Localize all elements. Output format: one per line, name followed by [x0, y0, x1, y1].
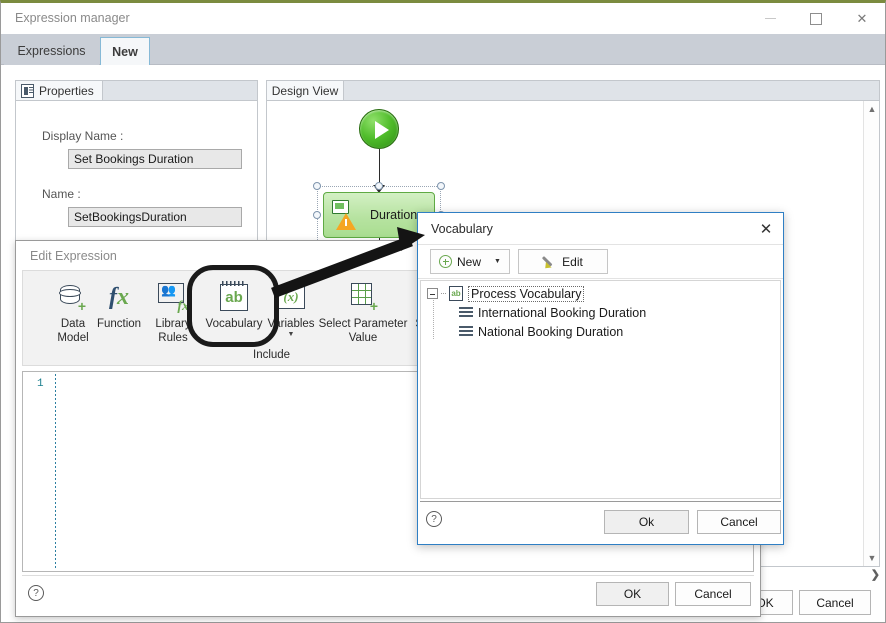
vocabulary-title-bar: Vocabulary ✕ — [418, 213, 783, 245]
list-lines-icon — [459, 325, 473, 338]
vocabulary-dialog-title: Vocabulary — [431, 222, 493, 236]
tab-properties[interactable]: Properties — [15, 80, 103, 101]
tab-new-label: New — [112, 45, 138, 59]
close-icon: ✕ — [856, 10, 868, 26]
resize-handle[interactable] — [313, 182, 321, 190]
vocabulary-cancel-button[interactable]: Cancel — [697, 510, 781, 534]
tab-new[interactable]: New — [100, 37, 150, 66]
ribbon-data-model-label-1: Data — [60, 318, 86, 330]
ribbon-data-model-label-2: Model — [57, 332, 89, 344]
vocabulary-new-label: New — [457, 254, 482, 269]
name-label: Name : — [42, 187, 81, 201]
editor-line-number: 1 — [37, 378, 44, 390]
display-name-input[interactable]: Set Bookings Duration — [68, 149, 242, 169]
ribbon-group-label: Include — [253, 349, 291, 361]
ribbon-library-rules[interactable]: fx Library Rules — [145, 277, 201, 345]
tree-item-process-vocabulary[interactable]: ab Process Vocabulary — [421, 284, 780, 303]
vocabulary-footer: ? Ok Cancel — [420, 501, 781, 542]
start-node[interactable] — [359, 109, 399, 149]
vocabulary-ok-button[interactable]: Ok — [604, 510, 689, 534]
vocabulary-edit-label: Edit — [562, 254, 583, 269]
tree-item-label: International Booking Duration — [478, 305, 647, 320]
resize-handle[interactable] — [375, 182, 383, 190]
list-lines-icon — [459, 306, 473, 319]
tree-item-international-booking-duration[interactable]: International Booking Duration — [421, 303, 780, 322]
tab-expressions[interactable]: Expressions — [4, 37, 99, 65]
tab-design-view-label: Design View — [271, 83, 339, 98]
vocabulary-toolbar: New ▼ Edit — [418, 245, 783, 279]
tab-design-view[interactable]: Design View — [266, 80, 344, 101]
close-icon: ✕ — [759, 221, 773, 238]
chevron-down-icon[interactable]: ▼ — [864, 550, 879, 566]
pencil-icon — [543, 255, 557, 269]
title-bar: Expression manager ✕ — [1, 3, 885, 34]
grid-add-icon: + — [349, 277, 378, 317]
minimize-button[interactable] — [747, 3, 793, 34]
edit-expression-title: Edit Expression — [30, 249, 117, 263]
vocabulary-book-icon: ab — [449, 286, 463, 301]
edit-expression-ok-button[interactable]: OK — [596, 582, 669, 606]
help-icon[interactable]: ? — [28, 585, 44, 601]
vocabulary-close-button[interactable]: ✕ — [755, 218, 777, 240]
tree-item-national-booking-duration[interactable]: National Booking Duration — [421, 322, 780, 341]
library-rules-icon: fx — [158, 277, 189, 317]
vocabulary-new-button[interactable]: New ▼ — [430, 249, 510, 274]
close-button[interactable]: ✕ — [839, 3, 885, 34]
design-tab-header — [266, 80, 880, 100]
chevron-right-icon[interactable]: ❯ — [871, 568, 880, 581]
monitor-icon — [332, 200, 349, 214]
tree-item-label: Process Vocabulary — [468, 285, 585, 302]
ribbon-function[interactable]: fx Function — [91, 277, 147, 331]
ribbon-vocabulary-label: Vocabulary — [205, 318, 263, 330]
ribbon-library-rules-label-1: Library — [155, 318, 191, 330]
edit-expression-cancel-button[interactable]: Cancel — [675, 582, 751, 606]
edit-expression-footer: ? OK Cancel — [22, 575, 754, 611]
help-icon[interactable]: ? — [426, 511, 442, 527]
display-name-label: Display Name : — [42, 129, 124, 143]
name-input[interactable]: SetBookingsDuration — [68, 207, 242, 227]
minimize-icon — [764, 18, 776, 19]
plus-circle-icon — [439, 255, 453, 268]
chevron-down-icon[interactable]: ▼ — [494, 258, 501, 265]
main-tab-strip: Expressions New — [1, 34, 885, 66]
ribbon-select-parameter-label-1: Select Parameter — [318, 318, 408, 330]
tab-properties-label: Properties — [39, 83, 94, 98]
ribbon-select-parameter-label-2: Value — [348, 332, 378, 344]
variables-x-icon: (x) — [277, 277, 305, 317]
resize-handle[interactable] — [313, 211, 321, 219]
editor-gutter-divider — [55, 374, 56, 569]
vocabulary-dialog: Vocabulary ✕ New ▼ Edit ab Process Vocab… — [417, 212, 784, 545]
vocabulary-edit-button[interactable]: Edit — [518, 249, 608, 274]
chevron-down-icon[interactable]: ▼ — [288, 331, 295, 339]
ribbon-library-rules-label-2: Rules — [158, 332, 188, 344]
vocabulary-tree[interactable]: ab Process Vocabulary International Book… — [420, 280, 781, 499]
ribbon-function-label: Function — [96, 318, 142, 330]
window-controls: ✕ — [747, 3, 885, 34]
expression-manager-window: Expression manager ✕ Expressions New Pro… — [0, 0, 886, 623]
database-add-icon: + — [59, 277, 86, 317]
tree-item-label: National Booking Duration — [478, 324, 624, 339]
ribbon-select-parameter-value[interactable]: + Select Parameter Value — [311, 277, 415, 345]
maximize-icon — [810, 12, 822, 25]
chevron-up-icon[interactable]: ▲ — [864, 101, 879, 117]
ribbon-variables-label: Variables — [267, 318, 315, 330]
window-title: Expression manager — [15, 11, 130, 25]
maximize-button[interactable] — [793, 3, 839, 34]
main-cancel-button[interactable]: Cancel — [799, 590, 871, 615]
document-icon — [21, 83, 34, 98]
resize-handle[interactable] — [437, 182, 445, 190]
vocabulary-ab-icon: ab — [220, 277, 248, 317]
tab-expressions-label: Expressions — [17, 44, 86, 58]
warning-triangle-icon — [336, 213, 356, 230]
tree-connector — [441, 293, 447, 294]
ribbon-vocabulary[interactable]: ab Vocabulary — [199, 277, 269, 331]
design-view-scrollbar[interactable]: ▲ ▼ — [863, 101, 879, 566]
collapse-icon[interactable] — [427, 288, 438, 299]
activity-node-label: Duration — [370, 208, 418, 222]
function-fx-icon: fx — [109, 284, 129, 310]
